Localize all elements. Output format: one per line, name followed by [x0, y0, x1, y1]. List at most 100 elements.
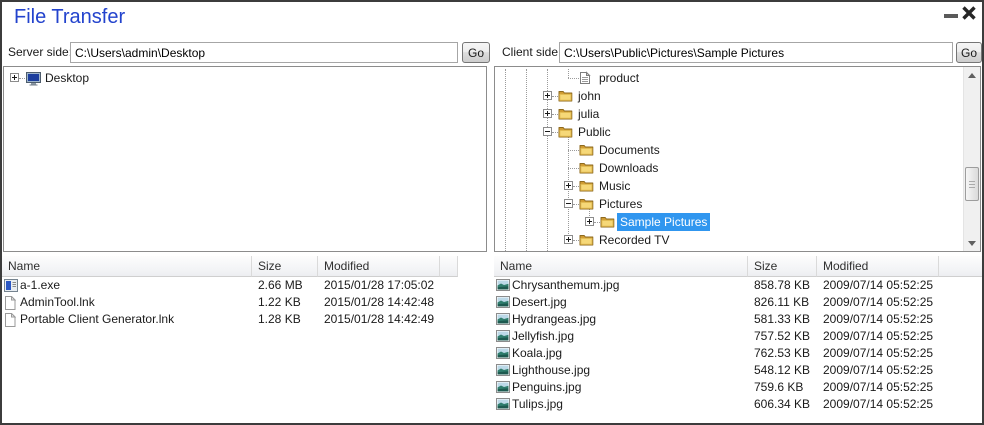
file-size-cell: 858.78 KB [754, 277, 810, 294]
column-header-filler [440, 256, 458, 277]
file-size-cell: 759.6 KB [754, 379, 803, 396]
file-modified-cell: 2009/07/14 05:52:25 [823, 379, 933, 396]
file-modified-cell: 2009/07/14 05:52:25 [823, 277, 933, 294]
file-modified-cell: 2009/07/14 05:52:25 [823, 396, 933, 413]
folder-icon [558, 89, 574, 103]
file-size-cell: 757.52 KB [754, 328, 810, 345]
tree-item-public[interactable]: Public [495, 123, 980, 141]
file-row-admintool-lnk[interactable]: AdminTool.lnk1.22 KB2015/01/28 14:42:48 [2, 294, 490, 311]
jpg-icon [496, 398, 510, 411]
file-name-cell: Penguins.jpg [512, 379, 581, 396]
expand-plus-icon[interactable] [564, 181, 573, 190]
tree-item-pictures[interactable]: Pictures [495, 195, 980, 213]
file-icon [4, 296, 18, 309]
desktop-icon [25, 71, 41, 85]
file-name-cell: Desert.jpg [512, 294, 567, 311]
server-path-input[interactable] [70, 42, 458, 63]
column-header-size[interactable]: Size [748, 256, 817, 277]
file-row-lighthouse-jpg[interactable]: Lighthouse.jpg548.12 KB2009/07/14 05:52:… [494, 362, 984, 379]
file-size-cell: 606.34 KB [754, 396, 810, 413]
list-header: NameSizeModified [494, 256, 984, 277]
file-row-desert-jpg[interactable]: Desert.jpg 826.11 KB 2009/07/14 05:52:25 [494, 294, 984, 311]
server-go-button[interactable]: Go [462, 42, 490, 63]
folder-icon [579, 233, 595, 247]
tree-connector-line [568, 150, 579, 151]
tree-item-recorded-tv[interactable]: Recorded TV [495, 231, 980, 249]
expand-plus-icon[interactable] [543, 91, 552, 100]
server-file-list: NameSizeModifieda-1.exe2.66 MB2015/01/28… [2, 256, 490, 423]
jpg-icon [496, 364, 510, 377]
folder-icon [579, 197, 595, 211]
file-row-a-1-exe[interactable]: a-1.exe2.66 MB2015/01/28 17:05:02 [2, 277, 490, 294]
file-name-cell: Portable Client Generator.lnk [20, 311, 174, 328]
page-title: File Transfer [14, 6, 125, 29]
column-header-modified[interactable]: Modified [318, 256, 440, 277]
client-path-input[interactable] [559, 42, 953, 63]
file-modified-cell: 2009/07/14 05:52:25 [823, 328, 933, 345]
tree-item-label: Downloads [596, 159, 661, 177]
file-row-portable-client-generator-lnk[interactable]: Portable Client Generator.lnk1.28 KB2015… [2, 311, 490, 328]
column-header-name[interactable]: Name [494, 256, 748, 277]
expand-plus-icon[interactable] [564, 235, 573, 244]
expand-plus-icon[interactable] [585, 217, 594, 226]
tree-item-label: john [575, 87, 604, 105]
file-size-cell: 548.12 KB [754, 362, 810, 379]
file-row-chrysanthemum-jpg[interactable]: Chrysanthemum.jpg 858.78 KB 2009/07/14 05:… [494, 277, 984, 294]
tree-connector-line [568, 168, 579, 169]
file-size-cell: 1.28 KB [258, 311, 301, 328]
tree-item-label: Sample Pictures [617, 213, 710, 231]
tree-item-desktop[interactable]: Desktop [4, 69, 486, 87]
tree-item-documents[interactable]: Documents [495, 141, 980, 159]
jpg-icon [496, 330, 510, 343]
expand-plus-icon[interactable] [10, 73, 19, 82]
file-modified-cell: 2009/07/14 05:52:25 [823, 294, 933, 311]
file-name-cell: Hydrangeas.jpg [512, 311, 596, 328]
folder-icon [579, 179, 595, 193]
client-go-button[interactable]: Go [956, 42, 982, 63]
close-icon[interactable] [960, 4, 978, 22]
column-header-modified[interactable]: Modified [817, 256, 939, 277]
client-file-list: NameSizeModifiedChrysanthemum.jpg858.78 … [494, 256, 984, 423]
tree-item-product[interactable]: product [495, 69, 980, 87]
tree-item-label: product [596, 69, 642, 87]
column-header-name[interactable]: Name [2, 256, 252, 277]
tree-item-downloads[interactable]: Downloads [495, 159, 980, 177]
file-row-koala-jpg[interactable]: Koala.jpg762.53 KB2009/07/14 05:52:25 [494, 345, 984, 362]
document-icon [579, 71, 595, 85]
jpg-icon [496, 279, 510, 292]
tree-item-label: Desktop [42, 69, 92, 87]
file-modified-cell: 2009/07/14 05:52:25 [823, 311, 933, 328]
tree-item-sample-pictures[interactable]: Sample Pictures [495, 213, 980, 231]
collapse-minus-icon[interactable] [543, 127, 552, 136]
file-name-cell: Koala.jpg [512, 345, 562, 362]
jpg-icon [496, 381, 510, 394]
exe-icon [4, 279, 18, 292]
tree-item-music[interactable]: Music [495, 177, 980, 195]
file-name-cell: Jellyfish.jpg [512, 328, 574, 345]
folder-icon [600, 215, 616, 229]
file-icon [4, 313, 18, 326]
tree-item-julia[interactable]: julia [495, 105, 980, 123]
file-row-hydrangeas-jpg[interactable]: Hydrangeas.jpg581.33 KB2009/07/14 05:52:… [494, 311, 984, 328]
file-modified-cell: 2015/01/28 17:05:02 [324, 277, 434, 294]
file-row-tulips-jpg[interactable]: Tulips.jpg606.34 KB2009/07/14 05:52:25 [494, 396, 984, 413]
file-modified-cell: 2015/01/28 14:42:48 [324, 294, 434, 311]
file-row-penguins-jpg[interactable]: Penguins.jpg 759.6 KB 2009/07/14 05:52:25 [494, 379, 984, 396]
file-row-jellyfish-jpg[interactable]: Jellyfish.jpg 757.52 KB 2009/07/14 05:52:2… [494, 328, 984, 345]
file-name-cell: Chrysanthemum.jpg [512, 277, 619, 294]
file-size-cell: 762.53 KB [754, 345, 810, 362]
client-tree-pane: productjohnjuliaPublicDocumentsDownloads… [494, 66, 981, 252]
jpg-icon [496, 313, 510, 326]
folder-icon [558, 125, 574, 139]
column-header-size[interactable]: Size [252, 256, 318, 277]
collapse-minus-icon[interactable] [564, 199, 573, 208]
list-header: NameSizeModified [2, 256, 490, 277]
tree-item-john[interactable]: john [495, 87, 980, 105]
file-name-cell: Lighthouse.jpg [512, 362, 590, 379]
tree-item-label: Pictures [596, 195, 645, 213]
file-size-cell: 826.11 KB [754, 294, 809, 311]
file-transfer-window: File Transfer Server side: Go Client sid… [0, 0, 984, 425]
minimize-icon[interactable] [944, 14, 958, 18]
folder-icon [558, 107, 574, 121]
expand-plus-icon[interactable] [543, 109, 552, 118]
